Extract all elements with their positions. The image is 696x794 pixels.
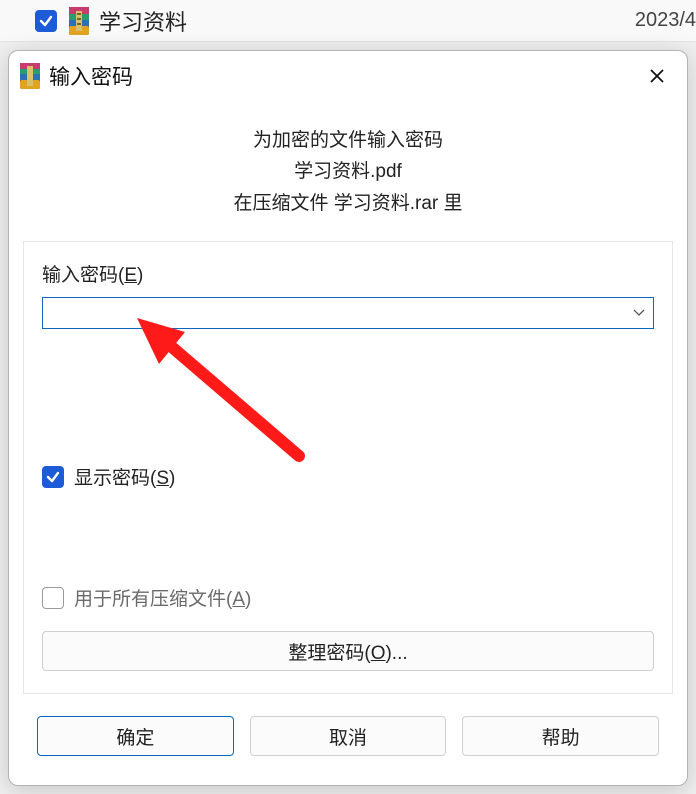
close-icon <box>648 67 666 85</box>
dialog-titlebar: 输入密码 <box>9 51 687 101</box>
file-row-name: 学习资料 <box>99 5 187 37</box>
prompt-archive: 在压缩文件 学习资料.rar 里 <box>23 188 673 219</box>
organize-passwords-button[interactable]: 整理密码(O)... <box>42 631 654 671</box>
password-label: 输入密码(E) <box>42 260 654 287</box>
prompt-filename: 学习资料.pdf <box>23 156 673 187</box>
dialog-prompt: 为加密的文件输入密码 学习资料.pdf 在压缩文件 学习资料.rar 里 <box>23 101 673 241</box>
file-list-row: 学习资料 2023/4 <box>0 0 696 42</box>
password-dropdown-button[interactable] <box>623 298 653 328</box>
close-button[interactable] <box>635 58 679 94</box>
password-input[interactable] <box>43 298 623 328</box>
password-combobox[interactable] <box>42 297 654 329</box>
chevron-down-icon <box>632 308 646 318</box>
cancel-button[interactable]: 取消 <box>250 716 447 756</box>
file-row-checkbox[interactable] <box>35 10 57 32</box>
dialog-footer: 确定 取消 帮助 <box>23 694 673 756</box>
show-password-checkbox-row[interactable]: 显示密码(S) <box>42 463 654 490</box>
all-archives-checkbox[interactable] <box>42 587 64 609</box>
password-dialog: 输入密码 为加密的文件输入密码 学习资料.pdf 在压缩文件 学习资料.rar … <box>8 50 688 786</box>
file-row-date: 2023/4 <box>635 9 696 32</box>
show-password-checkbox[interactable] <box>42 466 64 488</box>
all-archives-checkbox-row[interactable]: 用于所有压缩文件(A) <box>42 584 654 611</box>
check-icon <box>46 470 60 484</box>
help-button[interactable]: 帮助 <box>462 716 659 756</box>
password-group: 输入密码(E) 显示密码(S) <box>23 241 673 694</box>
winrar-icon <box>19 63 41 89</box>
prompt-line: 为加密的文件输入密码 <box>23 125 673 156</box>
ok-button[interactable]: 确定 <box>37 716 234 756</box>
dialog-title: 输入密码 <box>49 61 133 91</box>
rar-archive-icon <box>67 7 91 35</box>
all-archives-label: 用于所有压缩文件(A) <box>74 584 251 611</box>
show-password-label: 显示密码(S) <box>74 463 175 490</box>
